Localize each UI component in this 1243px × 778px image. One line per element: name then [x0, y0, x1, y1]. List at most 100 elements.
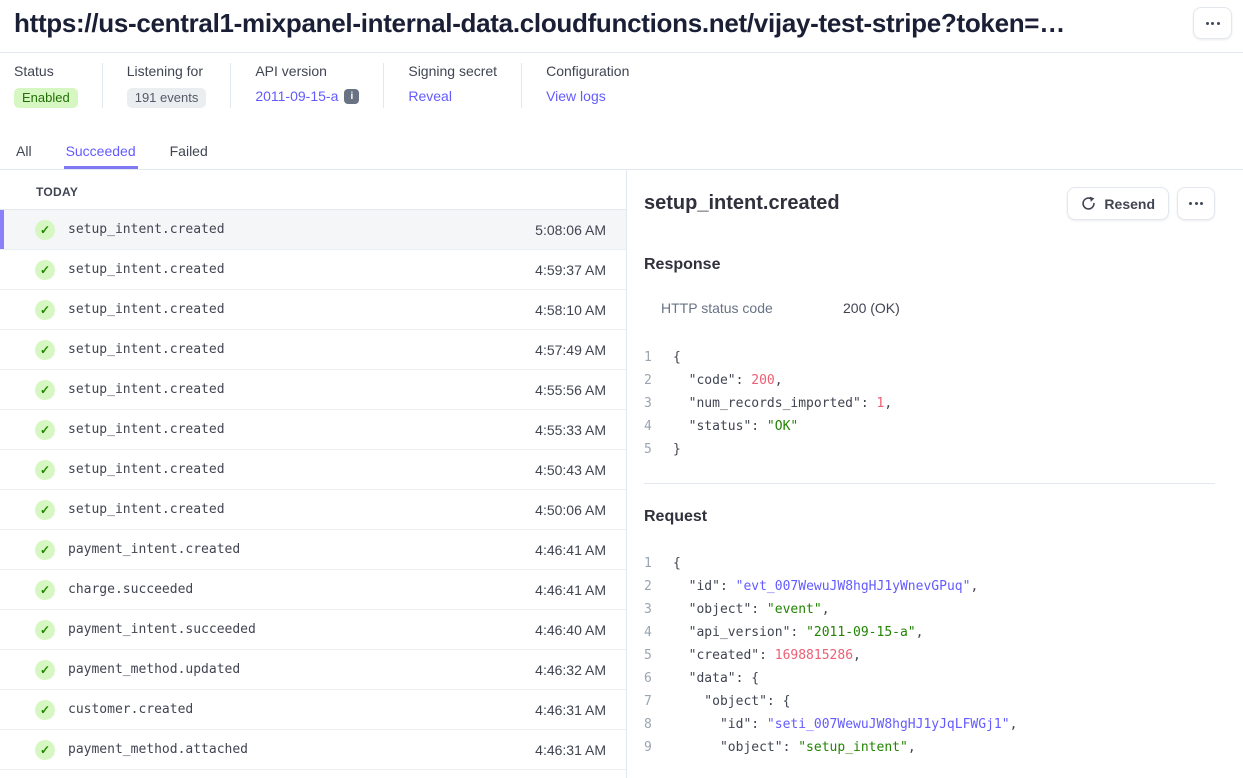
event-time: 4:50:06 AM: [535, 502, 606, 518]
detail-actions: Resend: [1067, 187, 1215, 220]
status-badge: Enabled: [14, 88, 78, 108]
event-detail-panel: setup_intent.created Resend Response: [627, 170, 1243, 778]
event-time: 4:59:37 AM: [535, 262, 606, 278]
status-section: ConfigurationView logs: [521, 63, 653, 108]
tab-failed[interactable]: Failed: [168, 141, 210, 169]
tab-all[interactable]: All: [14, 141, 34, 169]
event-name: payment_method.updated: [68, 662, 240, 677]
success-check-icon: ✓: [35, 540, 55, 560]
code-text: "object": "event",: [673, 598, 830, 621]
resend-button[interactable]: Resend: [1067, 187, 1169, 220]
token-num: 200: [751, 373, 774, 388]
event-row[interactable]: ✓setup_intent.created4:55:56 AM: [0, 370, 626, 410]
code-line: 8 "id": "seti_007WewuJW8hgHJ1yJqLFWGj1",: [644, 713, 1215, 736]
token-p: "data": {: [673, 671, 759, 686]
token-p: "status":: [673, 419, 767, 434]
token-str: "2011-09-15-a": [806, 625, 916, 640]
token-id: "seti_007WewuJW8hgHJ1yJqLFWGj1": [767, 717, 1010, 732]
event-row[interactable]: ✓setup_intent.created4:59:37 AM: [0, 250, 626, 290]
success-check-icon: ✓: [35, 220, 55, 240]
code-line: 9 "object": "setup_intent",: [644, 736, 1215, 759]
token-p: ,: [970, 579, 978, 594]
success-check-icon: ✓: [35, 340, 55, 360]
event-name: setup_intent.created: [68, 462, 225, 477]
event-group-label: TODAY: [0, 170, 626, 210]
event-row[interactable]: ✓setup_intent.created4:50:06 AM: [0, 490, 626, 530]
status-section: Status Enabled: [14, 63, 102, 108]
webhook-endpoint-page: https://us-central1-mixpanel-internal-da…: [0, 0, 1243, 778]
success-check-icon: ✓: [35, 660, 55, 680]
info-icon[interactable]: i: [344, 89, 359, 104]
line-number: 2: [644, 369, 656, 392]
event-name: setup_intent.created: [68, 302, 225, 317]
token-str: "setup_intent": [798, 740, 908, 755]
event-row[interactable]: ✓ setup_intent.created 5:08:06 AM: [0, 210, 626, 250]
line-number: 5: [644, 644, 656, 667]
status-bar: StatusEnabledListening for191 eventsAPI …: [0, 53, 1243, 108]
token-p: ,: [916, 625, 924, 640]
token-str: "event": [767, 602, 822, 617]
token-str: "OK": [767, 419, 798, 434]
event-time: 4:46:32 AM: [535, 662, 606, 678]
code-text: "object": {: [673, 690, 790, 713]
code-line: 1{: [644, 552, 1215, 575]
token-p: "num_records_imported":: [673, 396, 877, 411]
success-check-icon: ✓: [35, 380, 55, 400]
main-content: TODAY ✓setup_intent.created5:08:06 AM✓se…: [0, 170, 1243, 778]
event-row[interactable]: ✓ payment_intent.created 4:46:41 AM: [0, 530, 626, 570]
event-row[interactable]: ✓setup_intent.created4:57:49 AM: [0, 330, 626, 370]
event-name: setup_intent.created: [68, 342, 225, 357]
tab-succeeded[interactable]: Succeeded: [64, 141, 138, 169]
status-label: Listening for: [127, 63, 207, 79]
event-row[interactable]: ✓setup_intent.created4:50:43 AM: [0, 450, 626, 490]
event-row[interactable]: ✓payment_method.attached4:46:31 AM: [0, 730, 626, 770]
event-name: payment_intent.created: [68, 542, 240, 557]
line-number: 5: [644, 438, 656, 461]
token-p: ,: [822, 602, 830, 617]
success-check-icon: ✓: [35, 420, 55, 440]
code-line: 4 "status": "OK": [644, 415, 1215, 438]
status-label: Status: [14, 63, 78, 79]
token-p: ,: [908, 740, 916, 755]
detail-overflow-button[interactable]: [1177, 187, 1215, 220]
event-name: setup_intent.created: [68, 422, 225, 437]
line-number: 1: [644, 346, 656, 369]
request-code-block: 1{2 "id": "evt_007WewuJW8hgHJ1yWnevGPuq"…: [644, 552, 1215, 759]
code-text: "id": "seti_007WewuJW8hgHJ1yJqLFWGj1",: [673, 713, 1017, 736]
header-overflow-button[interactable]: [1193, 7, 1232, 39]
event-row[interactable]: ✓customer.created4:46:31 AM: [0, 690, 626, 730]
success-check-icon: ✓: [35, 460, 55, 480]
token-p: "object": {: [673, 694, 790, 709]
event-row[interactable]: ✓payment_intent.succeeded4:46:40 AM: [0, 610, 626, 650]
line-number: 7: [644, 690, 656, 713]
http-status-label: HTTP status code: [661, 300, 843, 316]
token-p: ,: [853, 648, 861, 663]
event-name: setup_intent.created: [68, 222, 225, 237]
line-number: 8: [644, 713, 656, 736]
event-name: setup_intent.created: [68, 502, 225, 517]
tabs: All Succeeded Failed: [0, 141, 1243, 170]
event-row[interactable]: ✓charge.succeeded4:46:41 AM: [0, 570, 626, 610]
events-count-badge: 191 events: [127, 88, 207, 108]
status-link[interactable]: Reveal: [408, 88, 452, 104]
line-number: 9: [644, 736, 656, 759]
event-list: ✓setup_intent.created5:08:06 AM✓setup_in…: [0, 210, 626, 770]
token-p: "object":: [673, 602, 767, 617]
code-line: 6 "data": {: [644, 667, 1215, 690]
token-p: ,: [884, 396, 892, 411]
token-p: "object":: [673, 740, 798, 755]
event-time: 4:46:41 AM: [535, 542, 606, 558]
token-p: "code":: [673, 373, 751, 388]
event-row[interactable]: ✓ payment_method.updated 4:46:32 AM: [0, 650, 626, 690]
http-status-row: HTTP status code 200 (OK): [661, 300, 1215, 316]
event-row[interactable]: ✓setup_intent.created4:58:10 AM: [0, 290, 626, 330]
code-line: 7 "object": {: [644, 690, 1215, 713]
event-time: 5:08:06 AM: [535, 222, 606, 238]
event-name: charge.succeeded: [68, 582, 193, 597]
status-link[interactable]: View logs: [546, 88, 606, 104]
status-section: Listening for 191 events: [102, 63, 231, 108]
event-row[interactable]: ✓setup_intent.created4:55:33 AM: [0, 410, 626, 450]
token-p: "id":: [673, 717, 767, 732]
status-link[interactable]: 2011-09-15-ai: [255, 88, 359, 104]
event-detail-title: setup_intent.created: [644, 192, 840, 215]
